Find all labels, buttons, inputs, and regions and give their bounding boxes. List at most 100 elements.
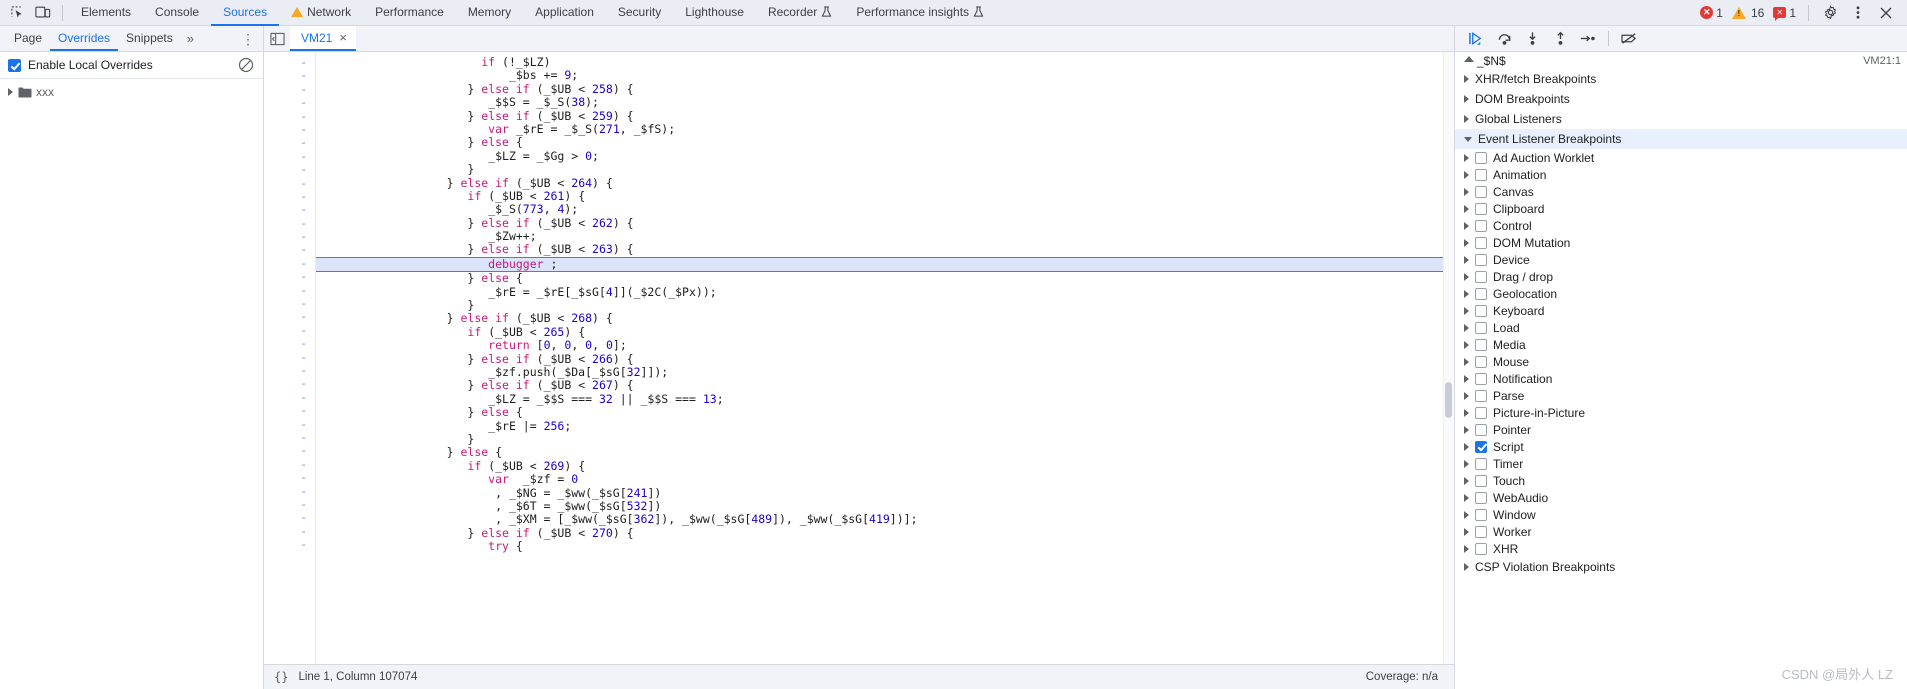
line-number[interactable]: - bbox=[264, 243, 315, 256]
event-category-checkbox[interactable] bbox=[1475, 253, 1487, 266]
event-category-row[interactable]: Mouse bbox=[1455, 353, 1907, 370]
code-line[interactable]: } else if (_$UB < 266) { bbox=[316, 352, 1454, 366]
event-category-checkbox[interactable] bbox=[1475, 185, 1487, 198]
event-category-row[interactable]: Geolocation bbox=[1455, 285, 1907, 302]
code-line[interactable]: _$bs += 9; bbox=[316, 69, 1454, 82]
chevron-right-icon[interactable] bbox=[1464, 442, 1469, 451]
device-toolbar-icon[interactable] bbox=[30, 1, 56, 25]
event-category-row[interactable]: Script bbox=[1455, 438, 1907, 455]
line-number[interactable]: - bbox=[264, 525, 315, 538]
chevron-right-icon[interactable] bbox=[1464, 153, 1469, 162]
line-number[interactable]: - bbox=[264, 284, 315, 297]
event-category-row[interactable]: XHR bbox=[1455, 540, 1907, 557]
code-line[interactable]: } bbox=[316, 162, 1454, 176]
event-category-checkbox[interactable] bbox=[1475, 338, 1487, 351]
line-number[interactable]: - bbox=[264, 498, 315, 511]
event-category-checkbox[interactable] bbox=[1475, 219, 1487, 232]
line-number[interactable]: - bbox=[264, 56, 315, 69]
line-number[interactable]: - bbox=[264, 337, 315, 350]
chevron-right-icon[interactable] bbox=[1464, 170, 1469, 179]
editor-tab-vm21[interactable]: VM21 × bbox=[290, 26, 356, 51]
chevron-right-icon[interactable] bbox=[1464, 221, 1469, 230]
code-content[interactable]: if (!_$LZ) _$bs += 9; } else if (_$UB < … bbox=[316, 52, 1454, 664]
code-line[interactable]: var _$rE = _$_S(271, _$fS); bbox=[316, 122, 1454, 136]
event-category-checkbox[interactable] bbox=[1475, 542, 1487, 555]
code-line[interactable]: , _$XM = [_$ww(_$sG[362]), _$ww(_$sG[489… bbox=[316, 513, 1454, 526]
chevron-right-icon[interactable] bbox=[1464, 391, 1469, 400]
event-category-checkbox[interactable] bbox=[1475, 457, 1487, 470]
event-category-row[interactable]: Notification bbox=[1455, 370, 1907, 387]
code-line[interactable]: _$_S(773, 4); bbox=[316, 203, 1454, 216]
event-category-row[interactable]: Pointer bbox=[1455, 421, 1907, 438]
chevron-right-icon[interactable] bbox=[8, 88, 13, 96]
section-event-listener-breakpoints[interactable]: Event Listener Breakpoints bbox=[1455, 129, 1907, 149]
line-number[interactable]: - bbox=[264, 377, 315, 390]
code-line[interactable]: _$$S = _$_S(38); bbox=[316, 95, 1454, 109]
event-category-row[interactable]: Window bbox=[1455, 506, 1907, 523]
code-line[interactable]: } else if (_$UB < 262) { bbox=[316, 216, 1454, 230]
line-number[interactable]: - bbox=[264, 163, 315, 176]
warning-badge[interactable]: 16 bbox=[1731, 6, 1764, 20]
event-category-row[interactable]: Touch bbox=[1455, 472, 1907, 489]
step-over-icon[interactable] bbox=[1491, 28, 1517, 50]
event-category-row[interactable]: DOM Mutation bbox=[1455, 234, 1907, 251]
nav-tab-snippets[interactable]: Snippets bbox=[118, 26, 181, 51]
event-category-checkbox[interactable] bbox=[1475, 287, 1487, 300]
close-icon[interactable] bbox=[1873, 1, 1899, 25]
kebab-menu-icon[interactable] bbox=[1845, 1, 1871, 25]
code-line[interactable]: _$zf.push(_$Da[_$sG[32]]); bbox=[316, 365, 1454, 379]
event-category-checkbox[interactable] bbox=[1475, 151, 1487, 164]
tab-sources[interactable]: Sources bbox=[211, 0, 280, 26]
step-out-icon[interactable] bbox=[1547, 28, 1573, 50]
chevron-right-icon[interactable] bbox=[1464, 459, 1469, 468]
scope-variable-row[interactable]: _$N$ bbox=[1455, 52, 1907, 69]
code-line[interactable]: } else { bbox=[316, 405, 1454, 419]
event-category-row[interactable]: Drag / drop bbox=[1455, 268, 1907, 285]
event-category-checkbox[interactable] bbox=[1475, 270, 1487, 283]
issues-badges[interactable]: ✕ 1 16 ✕ 1 bbox=[1696, 6, 1800, 21]
enable-local-overrides-row[interactable]: Enable Local Overrides bbox=[0, 52, 263, 79]
event-category-row[interactable]: Picture-in-Picture bbox=[1455, 404, 1907, 421]
code-line[interactable]: } else if (_$UB < 259) { bbox=[316, 109, 1454, 123]
chevron-right-icon[interactable] bbox=[1464, 527, 1469, 536]
line-number[interactable]: - bbox=[264, 203, 315, 216]
code-line[interactable]: } else if (_$UB < 268) { bbox=[316, 312, 1454, 325]
resume-icon[interactable] bbox=[1463, 28, 1489, 50]
chevron-right-icon[interactable] bbox=[1464, 115, 1469, 123]
event-category-checkbox[interactable] bbox=[1475, 236, 1487, 249]
chevron-right-icon[interactable] bbox=[1464, 544, 1469, 553]
editor-vertical-scrollbar[interactable] bbox=[1443, 52, 1454, 664]
tree-item-xxx[interactable]: xxx bbox=[0, 83, 263, 101]
line-number[interactable]: - bbox=[264, 217, 315, 230]
clear-overrides-icon[interactable] bbox=[237, 56, 255, 74]
deactivate-breakpoints-icon[interactable] bbox=[1616, 28, 1642, 50]
tab-console[interactable]: Console bbox=[143, 0, 211, 26]
tab-performance-insights[interactable]: Performance insights bbox=[844, 0, 996, 26]
line-number[interactable]: - bbox=[264, 458, 315, 471]
section-global-listeners[interactable]: Global Listeners bbox=[1455, 109, 1907, 129]
event-category-row[interactable]: Media bbox=[1455, 336, 1907, 353]
code-line[interactable]: _$Zw++; bbox=[316, 229, 1454, 243]
pretty-print-icon[interactable]: {} bbox=[274, 670, 288, 684]
event-category-row[interactable]: WebAudio bbox=[1455, 489, 1907, 506]
event-category-checkbox[interactable] bbox=[1475, 423, 1487, 436]
chevron-right-icon[interactable] bbox=[1464, 510, 1469, 519]
line-number[interactable]: - bbox=[264, 391, 315, 404]
section-csp-violation-breakpoints[interactable]: CSP Violation Breakpoints bbox=[1455, 557, 1907, 577]
tab-performance[interactable]: Performance bbox=[363, 0, 456, 26]
chevron-right-icon[interactable] bbox=[1464, 306, 1469, 315]
code-editor[interactable]: ------------------------------------- if… bbox=[264, 52, 1454, 664]
event-category-checkbox[interactable] bbox=[1475, 168, 1487, 181]
tab-recorder[interactable]: Recorder bbox=[756, 0, 844, 26]
code-line[interactable]: if (_$UB < 265) { bbox=[316, 325, 1454, 339]
gear-icon[interactable] bbox=[1817, 1, 1843, 25]
event-category-checkbox[interactable] bbox=[1475, 474, 1487, 487]
source-reference[interactable]: VM21:1 bbox=[1863, 55, 1901, 67]
event-category-row[interactable]: Worker bbox=[1455, 523, 1907, 540]
event-category-checkbox[interactable] bbox=[1475, 525, 1487, 538]
code-line[interactable]: _$LZ = _$$S === 32 || _$$S === 13; bbox=[316, 392, 1454, 406]
message-badge[interactable]: ✕ 1 bbox=[1773, 6, 1796, 21]
event-category-row[interactable]: Canvas bbox=[1455, 183, 1907, 200]
line-number[interactable]: - bbox=[264, 431, 315, 444]
event-category-checkbox[interactable] bbox=[1475, 508, 1487, 521]
